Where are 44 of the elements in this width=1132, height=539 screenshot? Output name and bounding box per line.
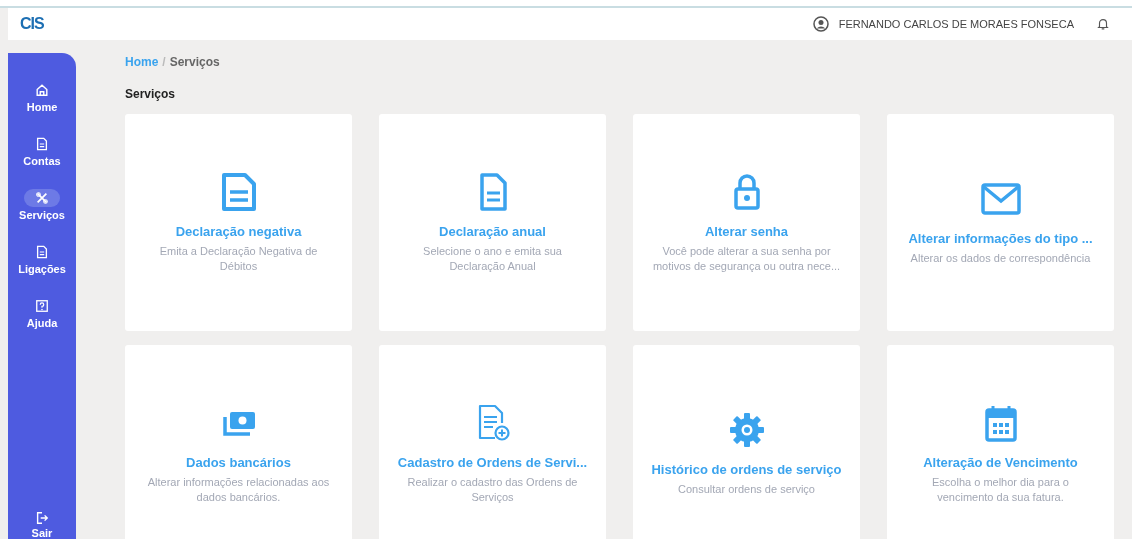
sidebar-item[interactable]: Home	[24, 81, 60, 113]
breadcrumb-current: Serviços	[169, 55, 220, 69]
logo[interactable]: CIS	[20, 15, 44, 33]
page-title: Serviços	[125, 87, 177, 101]
service-card[interactable]: Dados bancários Alterar informações relacionadas aos dados bancários.	[125, 345, 352, 539]
card-title: Dados bancários	[186, 454, 291, 470]
card-title: Cadastro de Ordens de Servi...	[397, 454, 588, 470]
card-title: Alterar senha	[704, 223, 789, 239]
breadcrumb-link[interactable]: Home	[125, 55, 159, 69]
card-description: Realizar o cadastro das Ordens de Serviços	[406, 474, 579, 505]
tools-icon	[35, 191, 49, 205]
service-card[interactable]: Cadastro de Ordens de Servi... Realizar o cadastro das Ordens de Serviços	[379, 345, 606, 539]
card-description: Alterar informações relacionadas aos dados bancários.	[146, 474, 331, 505]
user-name[interactable]: FERNANDO CARLOS DE MORAES FONSECA	[838, 18, 1074, 30]
service-card[interactable]: Declaração negativa Emita a Declaração Negativa de Débitos	[125, 114, 352, 331]
home-icon	[35, 83, 49, 97]
card-description: Alterar os dados de correspondência	[910, 251, 1091, 266]
service-card[interactable]: Alterar senha Você pode alterar a sua senha por motivos de segurança ou outra nece...	[633, 114, 860, 331]
service-card[interactable]: Alterar informações do tipo ... Alterar os dados de correspondência	[887, 114, 1114, 331]
help-icon	[35, 299, 49, 313]
service-card[interactable]: Alteração de Vencimento Escolha o melhor dia para o vencimento da sua fatura.	[887, 345, 1114, 539]
service-card[interactable]: Histórico de ordens de serviço Consultar ordens de serviço	[633, 345, 860, 539]
card-description: Selecione o ano e emita sua Declaração Anual	[422, 243, 563, 274]
sidebar-item[interactable]: Serviços	[19, 189, 65, 221]
sidebar-item[interactable]: Ajuda	[24, 297, 60, 329]
document-icon	[35, 245, 49, 259]
card-title: Histórico de ordens de serviço	[651, 462, 842, 477]
sidebar-item[interactable]: Contas	[23, 135, 61, 167]
card-description: Escolha o melhor dia para o vencimento da sua fatura.	[931, 474, 1070, 505]
logout-button[interactable]: Sair	[31, 511, 53, 539]
card-title: Declaração negativa	[175, 223, 302, 239]
card-description: Consultar ordens de serviço	[678, 482, 815, 497]
logout-icon	[35, 511, 49, 525]
document-icon	[35, 137, 49, 151]
card-description: Emita a Declaração Negativa de Débitos	[158, 243, 319, 274]
card-description: Você pode alterar a sua senha por motivos de segurança ou outra nece...	[651, 243, 842, 274]
card-title: Alterar informações do tipo ...	[908, 231, 1093, 246]
card-title: Declaração anual	[439, 223, 546, 239]
service-card[interactable]: Declaração anual Selecione o ano e emita sua Declaração Anual	[379, 114, 606, 331]
sidebar-item[interactable]: Ligações	[18, 243, 66, 275]
bell-icon[interactable]	[1096, 17, 1110, 31]
breadcrumb-separator: /	[162, 55, 166, 69]
card-title: Alteração de Vencimento	[923, 454, 1078, 470]
user-avatar-icon[interactable]	[812, 16, 829, 32]
